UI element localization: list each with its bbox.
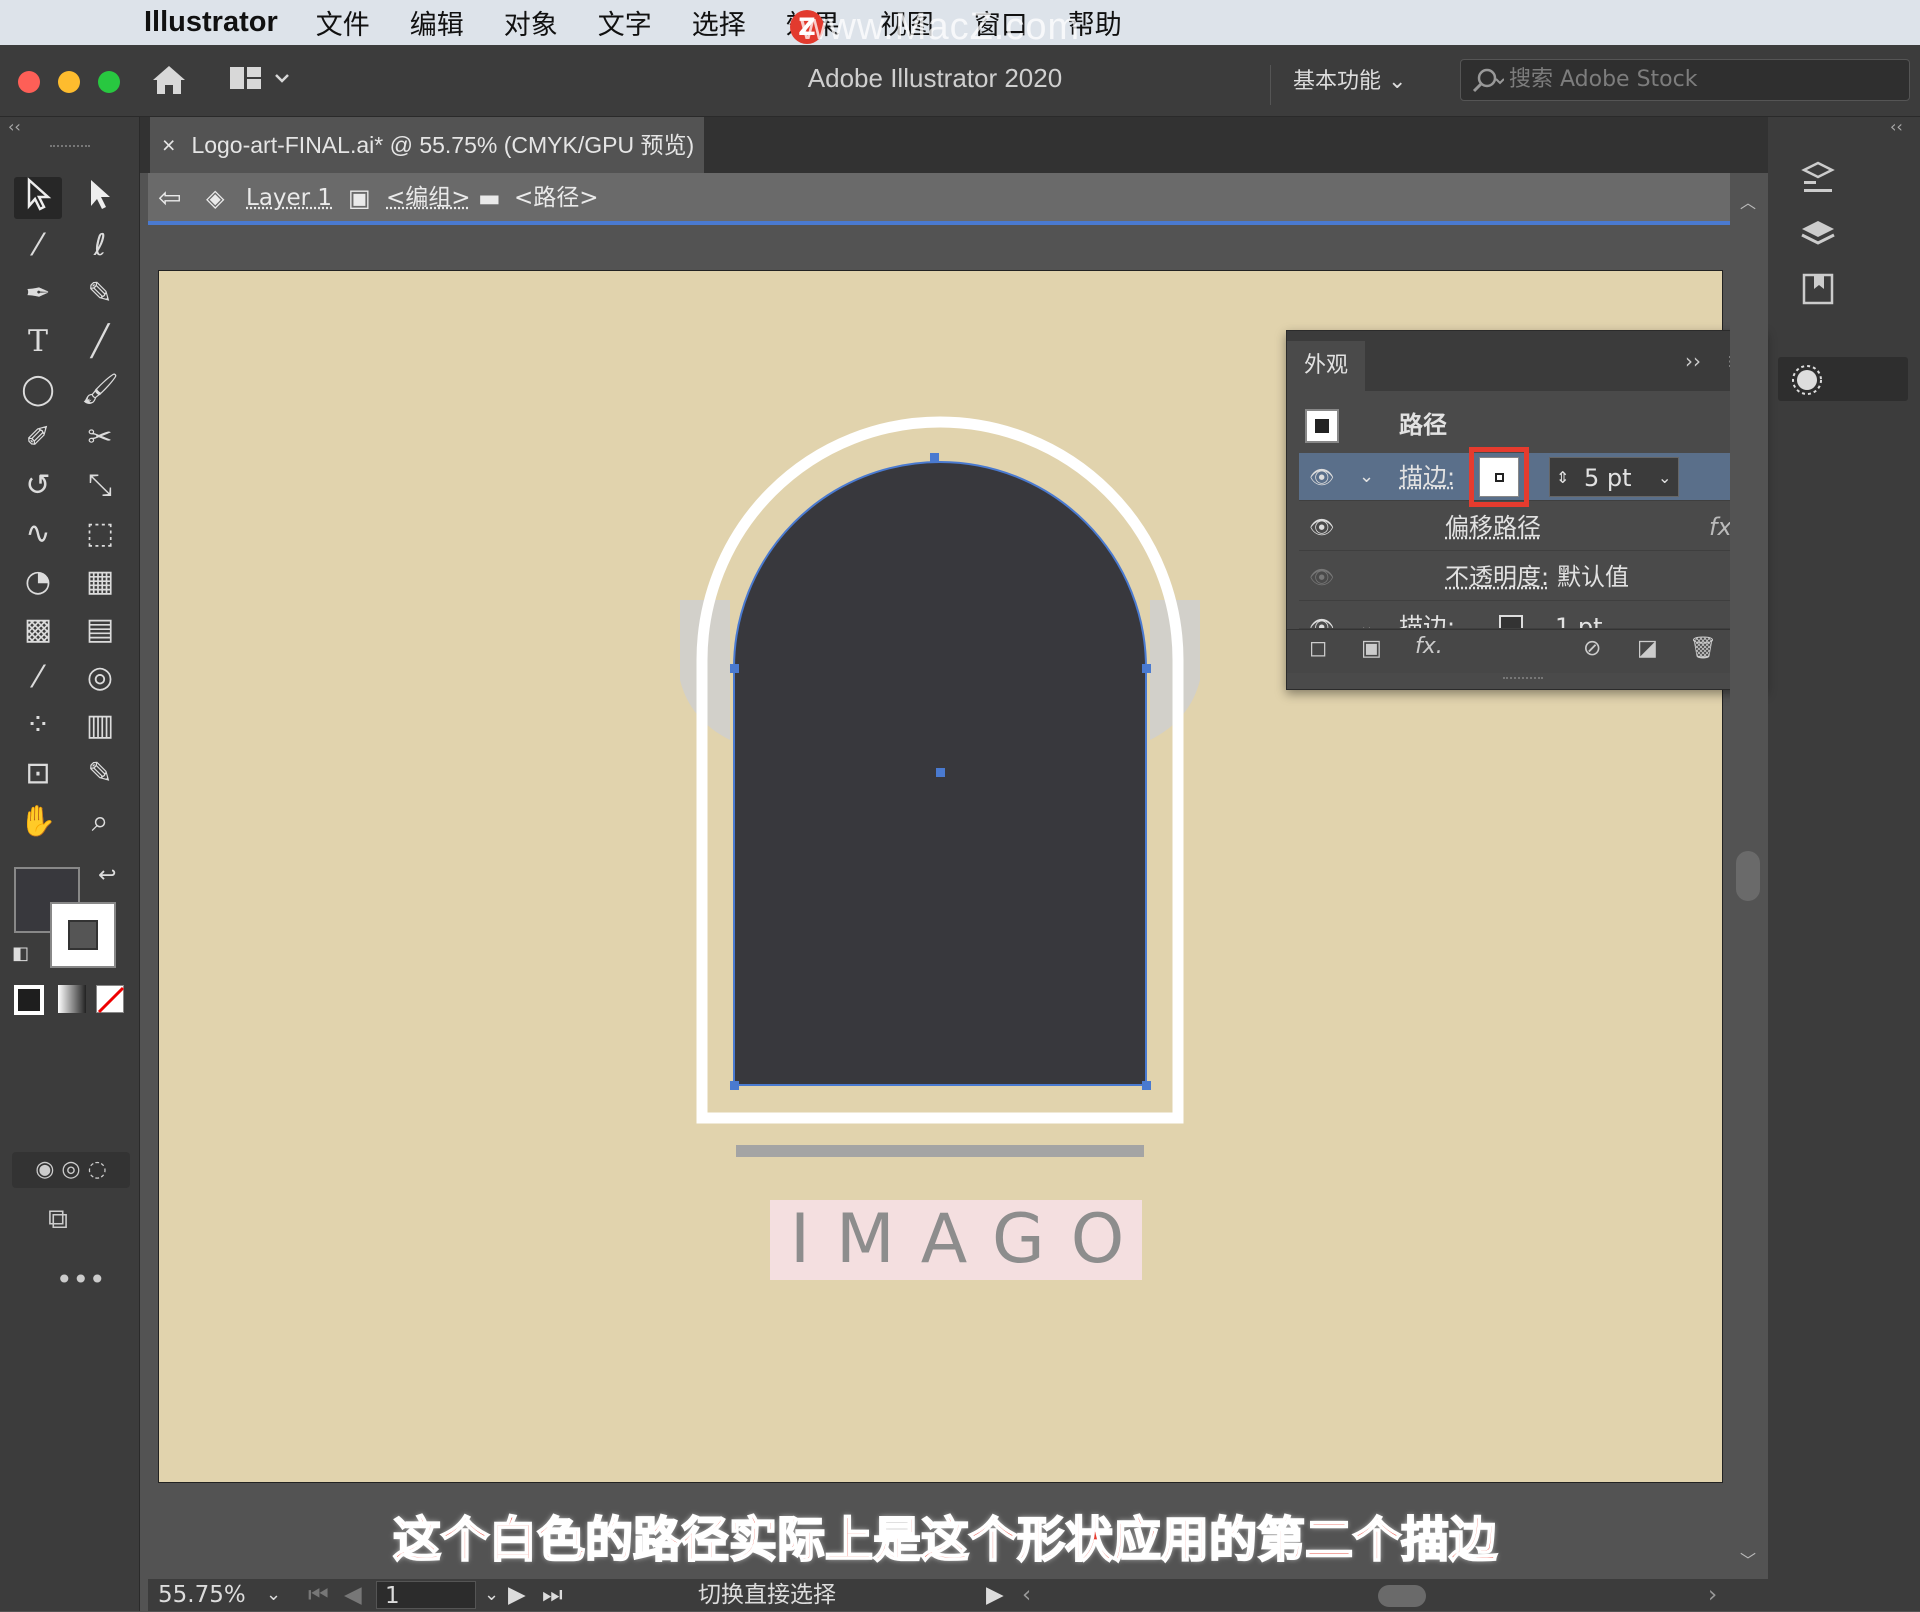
appearance-stroke-row-2[interactable]: 👁 ⌄ 描边: 1 pt: [1299, 603, 1747, 629]
scroll-left-icon[interactable]: ‹: [1022, 1579, 1031, 1611]
appearance-panel: 外观 ›› ≡ 路径 👁 ⌄ 描边: ⇕ 5 pt ⌄ 👁 偏移路径 fx 👁 …: [1286, 330, 1766, 690]
stroke-label[interactable]: 描边:: [1399, 453, 1455, 501]
collapse-panel-icon[interactable]: ››: [1685, 349, 1701, 373]
first-artboard-icon[interactable]: ⏮: [308, 1579, 329, 1611]
appearance-panel-header: 外观 ›› ≡: [1287, 331, 1765, 391]
appearance-panel-footer: ◻ ▣ fx. ⊘ ◪ 🗑: [1287, 629, 1765, 673]
delete-item-icon[interactable]: 🗑: [1689, 636, 1717, 661]
artboard-dropdown-icon[interactable]: ⌄: [484, 1579, 499, 1611]
opacity-value: 默认值: [1557, 563, 1629, 591]
anchor-point-bottom-left[interactable]: [730, 1081, 739, 1090]
current-tool-status: 切换直接选择: [698, 1582, 836, 1608]
artboard-number-field[interactable]: 1: [376, 1581, 476, 1609]
visibility-eye-icon[interactable]: 👁: [1309, 603, 1339, 628]
stroke-color-swatch-2[interactable]: [1499, 615, 1523, 628]
stroke-label-2[interactable]: 描边:: [1399, 603, 1455, 628]
appearance-stroke-row[interactable]: 👁 ⌄ 描边: ⇕ 5 pt ⌄: [1299, 447, 1747, 507]
center-point[interactable]: [936, 768, 945, 777]
object-type-label: 路径: [1399, 411, 1447, 439]
appearance-opacity-row[interactable]: 👁 不透明度: 默认值: [1299, 553, 1747, 601]
add-fill-icon[interactable]: ▣: [1361, 636, 1382, 661]
expand-chevron-icon[interactable]: ⌄: [1359, 453, 1374, 501]
offset-path-label[interactable]: 偏移路径: [1445, 503, 1541, 551]
artboard-number: 1: [385, 1583, 400, 1609]
clear-appearance-icon[interactable]: ⊘: [1583, 636, 1601, 661]
visibility-eye-icon[interactable]: 👁: [1309, 553, 1339, 601]
zoom-level[interactable]: 55.75%: [158, 1579, 246, 1611]
add-effect-icon[interactable]: fx.: [1415, 634, 1443, 659]
zoom-dropdown-icon[interactable]: ⌄: [266, 1579, 281, 1611]
tab-appearance[interactable]: 外观: [1287, 341, 1365, 391]
stroke-weight-field[interactable]: ⇕ 5 pt ⌄: [1549, 457, 1679, 497]
visibility-eye-icon[interactable]: 👁: [1309, 453, 1339, 501]
add-stroke-icon[interactable]: ◻: [1309, 636, 1327, 661]
scroll-right-icon[interactable]: ›: [1708, 1579, 1717, 1611]
stroke-weight-value: 5 pt: [1584, 464, 1632, 492]
panel-resize-grip[interactable]: [1503, 677, 1543, 685]
object-thumbnail: [1305, 409, 1339, 443]
vertical-scrollbar[interactable]: ︿ ﹀: [1730, 173, 1768, 1579]
duplicate-item-icon[interactable]: ◪: [1637, 636, 1658, 661]
baseline-bar[interactable]: [736, 1145, 1144, 1157]
stepper-icon[interactable]: ⇕: [1556, 454, 1569, 502]
horizontal-scroll-thumb[interactable]: [1378, 1585, 1426, 1607]
next-artboard-icon[interactable]: ▶: [508, 1579, 526, 1611]
anchor-point-right[interactable]: [1142, 664, 1151, 673]
chevron-down-icon[interactable]: ⌄: [1658, 454, 1671, 502]
prev-artboard-icon[interactable]: ◀: [344, 1579, 362, 1611]
expand-chevron-icon[interactable]: ⌄: [1359, 603, 1374, 628]
artwork-layer: [680, 416, 1200, 1157]
anchor-point-bottom-right[interactable]: [1142, 1081, 1151, 1090]
visibility-eye-icon[interactable]: 👁: [1309, 503, 1339, 551]
anchor-point-top[interactable]: [930, 453, 939, 462]
appearance-object-row[interactable]: 路径: [1299, 401, 1747, 451]
appearance-offset-path-row[interactable]: 👁 偏移路径 fx: [1299, 503, 1747, 551]
anchor-point-left[interactable]: [730, 664, 739, 673]
logo-text[interactable]: IMAGO: [770, 1200, 1142, 1280]
stroke-weight-value-2: 1 pt: [1555, 613, 1603, 629]
status-menu-icon[interactable]: ▶: [986, 1579, 1004, 1611]
opacity-label[interactable]: 不透明度:: [1445, 553, 1549, 601]
last-artboard-icon[interactable]: ⏭: [542, 1579, 563, 1611]
highlight-box: [1469, 447, 1529, 507]
video-subtitle: 这个白色的路径实际上是这个形状应用的第二个描边: [392, 1511, 1498, 1569]
status-bar: 55.75% ⌄ ⏮ ◀ 1 ⌄ ▶ ⏭ 切换直接选择 ▶ ‹ ›: [148, 1579, 1768, 1611]
fx-icon[interactable]: fx: [1709, 503, 1732, 551]
